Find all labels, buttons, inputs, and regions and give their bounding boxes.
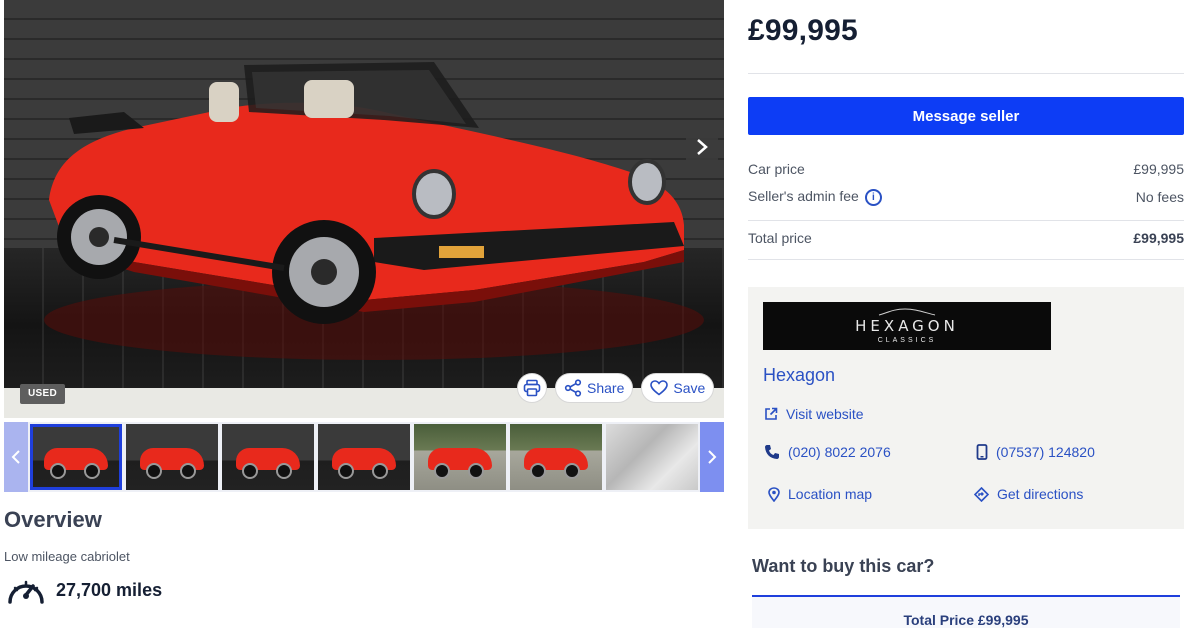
- thumbnail-car-shape: [236, 448, 300, 479]
- overview-heading: Overview: [4, 507, 102, 532]
- info-icon[interactable]: i: [864, 188, 882, 206]
- admin-fee-row: Seller's admin fee i No fees: [748, 188, 1184, 206]
- thumbnail-prev-button[interactable]: [4, 422, 28, 492]
- dealer-logo-subtitle: CLASSICS: [877, 336, 937, 344]
- print-button[interactable]: [517, 373, 547, 403]
- thumbnail-car-shape: [524, 448, 588, 479]
- dealer-logo-title: HEXAGON: [855, 316, 959, 335]
- directions-icon: [974, 486, 989, 502]
- divider: [748, 259, 1184, 260]
- total-price-label: Total price: [748, 230, 812, 246]
- car-illustration: [44, 62, 704, 360]
- external-link-icon: [765, 407, 778, 420]
- thumbnail-1[interactable]: [30, 424, 122, 490]
- car-price-row: Car price £99,995: [748, 161, 1184, 177]
- main-car-photo[interactable]: [4, 0, 724, 388]
- headline-price: £99,995: [748, 14, 858, 47]
- total-price-tab[interactable]: Total Price £99,995: [752, 595, 1180, 628]
- admin-fee-label-wrap: Seller's admin fee i: [748, 188, 882, 206]
- thumbnail-6[interactable]: [510, 424, 602, 490]
- location-map-link[interactable]: Location map: [768, 486, 872, 502]
- heart-icon: [650, 380, 669, 396]
- mileage-spec: 27,700 miles: [6, 574, 162, 606]
- want-to-buy-heading: Want to buy this car?: [752, 556, 935, 576]
- mileage-value: 27,700 miles: [56, 579, 163, 600]
- dealer-logo: HEXAGON CLASSICS: [763, 302, 1051, 350]
- mobile-number: (07537) 124820: [996, 444, 1095, 460]
- dealer-name-link[interactable]: Hexagon: [763, 365, 835, 386]
- thumbnail-car-shape: [44, 448, 108, 479]
- thumbnail-3[interactable]: [222, 424, 314, 490]
- message-seller-button[interactable]: Message seller: [748, 97, 1184, 135]
- chevron-right-icon: [708, 450, 717, 464]
- thumbnail-4[interactable]: [318, 424, 410, 490]
- admin-fee-label: Seller's admin fee: [748, 188, 859, 204]
- save-label: Save: [673, 380, 706, 396]
- phone-icon: [765, 445, 779, 459]
- thumbnail-strip: [4, 422, 724, 492]
- share-button[interactable]: Share: [555, 373, 634, 403]
- get-directions-label: Get directions: [997, 486, 1084, 502]
- print-icon: [523, 379, 541, 397]
- thumbnail-7[interactable]: [606, 424, 698, 490]
- thumbnail-car-shape: [332, 448, 396, 479]
- share-label: Share: [587, 380, 625, 396]
- visit-website-label: Visit website: [786, 406, 864, 422]
- mobile-phone-link[interactable]: (07537) 124820: [976, 444, 1095, 460]
- share-icon: [564, 379, 582, 397]
- mobile-phone-icon: [976, 444, 988, 460]
- thumbnail-5[interactable]: [414, 424, 506, 490]
- dealer-card: HEXAGON CLASSICS Hexagon Visit website (…: [748, 287, 1184, 529]
- image-gallery: USED Share Save: [4, 0, 724, 418]
- total-price-row: Total price £99,995: [748, 230, 1184, 246]
- admin-fee-value: No fees: [1135, 188, 1184, 205]
- visit-website-link[interactable]: Visit website: [764, 406, 864, 422]
- map-pin-icon: [768, 486, 780, 502]
- divider: [748, 220, 1184, 221]
- next-photo-button[interactable]: [686, 124, 718, 170]
- get-directions-link[interactable]: Get directions: [974, 486, 1083, 502]
- total-price-tab-label: Total Price £99,995: [903, 612, 1029, 628]
- thumbnail-car-shape: [140, 448, 204, 479]
- overview-subtitle: Low mileage cabriolet: [4, 549, 130, 564]
- chevron-right-icon: [697, 139, 708, 155]
- thumbnail-2[interactable]: [126, 424, 218, 490]
- car-price-value: £99,995: [1133, 161, 1184, 177]
- speedometer-icon: [8, 580, 44, 604]
- car-silhouette-icon: [878, 308, 936, 316]
- divider: [748, 73, 1184, 74]
- thumbnail-car-shape: [428, 448, 492, 479]
- thumbnail-list: [30, 422, 700, 492]
- car-price-label: Car price: [748, 161, 805, 177]
- used-badge: USED: [20, 384, 65, 404]
- total-price-value: £99,995: [1133, 230, 1184, 246]
- save-button[interactable]: Save: [641, 373, 715, 403]
- chevron-left-icon: [11, 450, 20, 464]
- landline-number: (020) 8022 2076: [788, 444, 891, 460]
- photo-actions: Share Save: [517, 373, 715, 403]
- location-map-label: Location map: [788, 486, 873, 502]
- landline-phone-link[interactable]: (020) 8022 2076: [764, 444, 891, 460]
- thumbnail-next-button[interactable]: [700, 422, 724, 492]
